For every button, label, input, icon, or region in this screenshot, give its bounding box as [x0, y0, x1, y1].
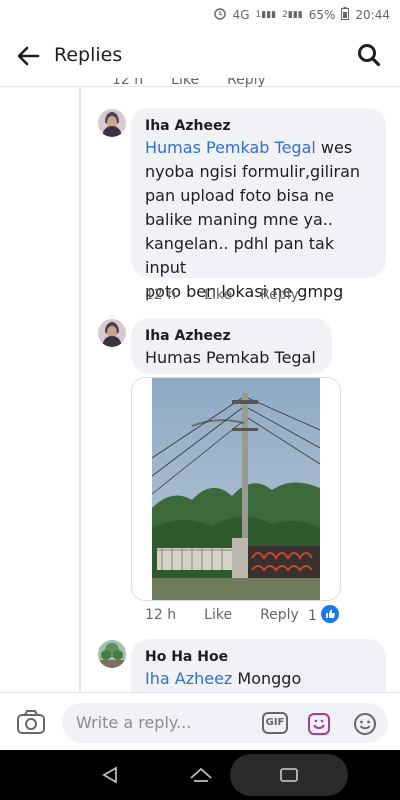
battery-percent: 65%	[308, 7, 336, 22]
nav-home-icon[interactable]	[189, 766, 213, 788]
comment-text: Humas Pemkab Tegal wes nyoba ngisi formu…	[145, 138, 361, 301]
camera-icon[interactable]	[16, 709, 46, 735]
emoji-icon[interactable]	[352, 711, 378, 737]
nav-recents-button[interactable]	[230, 754, 348, 796]
comment-author[interactable]: Iha Azheez	[145, 328, 231, 344]
status-bar: 4G 1▮▮▮ 2▮▮▮ 65% 20:44	[0, 0, 400, 28]
recents-icon	[280, 767, 298, 787]
comment-text: Iha Azheez Monggo	[145, 669, 302, 688]
comment-bubble[interactable]: Iha Azheez Humas Pemkab Tegal wes nyoba …	[131, 108, 386, 301]
comment-bubble[interactable]: Iha Azheez Humas Pemkab Tegal	[131, 318, 332, 374]
like-reaction-icon	[320, 605, 339, 627]
timestamp: 12 h	[145, 287, 177, 303]
like-button[interactable]: Like	[171, 78, 199, 92]
battery-icon	[341, 6, 350, 23]
search-icon[interactable]	[356, 42, 382, 68]
back-arrow-icon[interactable]	[14, 42, 42, 70]
like-button[interactable]: Like	[204, 607, 232, 623]
clock: 20:44	[355, 7, 390, 22]
alarm-icon	[213, 6, 227, 23]
thread-line	[79, 86, 81, 692]
comment-actions: 12 h Like Reply	[145, 287, 299, 303]
avatar[interactable]	[98, 109, 126, 137]
reply-button[interactable]: Reply	[260, 287, 299, 303]
sim2-signal-icon: 2▮▮▮	[282, 9, 303, 20]
mention-link[interactable]: Humas Pemkab Tegal	[145, 138, 316, 157]
previous-comment-actions: 12 h Like Reply	[112, 78, 266, 92]
avatar[interactable]	[98, 640, 126, 668]
reaction-count[interactable]: 1	[308, 605, 339, 627]
reply-button[interactable]: Reply	[227, 78, 266, 92]
sticker-icon[interactable]	[306, 711, 332, 737]
comment-author[interactable]: Ho Ha Hoe	[145, 649, 228, 665]
sim1-signal-icon: 1▮▮▮	[255, 9, 277, 20]
network-label: 4G	[232, 7, 250, 22]
page-title: Replies	[54, 44, 123, 66]
mention-link[interactable]: Iha Azheez	[145, 669, 232, 688]
comment-author[interactable]: Iha Azheez	[145, 118, 231, 134]
like-button[interactable]: Like	[204, 287, 232, 303]
gif-button[interactable]: GIF	[262, 712, 288, 734]
avatar[interactable]	[98, 319, 126, 347]
system-nav-bar	[0, 750, 400, 800]
timestamp: 12 h	[112, 78, 144, 88]
comment-actions: 12 h Like Reply	[145, 607, 299, 623]
reply-button[interactable]: Reply	[260, 607, 299, 623]
reply-composer: Write a reply... GIF	[0, 692, 400, 751]
mention-link[interactable]: Humas Pemkab Tegal	[145, 346, 316, 370]
nav-back-icon[interactable]	[100, 766, 120, 788]
reply-input[interactable]: Write a reply... GIF	[62, 703, 388, 743]
timestamp: 12 h	[145, 607, 177, 623]
reply-placeholder: Write a reply...	[76, 713, 192, 732]
comment-photo[interactable]	[131, 377, 341, 601]
